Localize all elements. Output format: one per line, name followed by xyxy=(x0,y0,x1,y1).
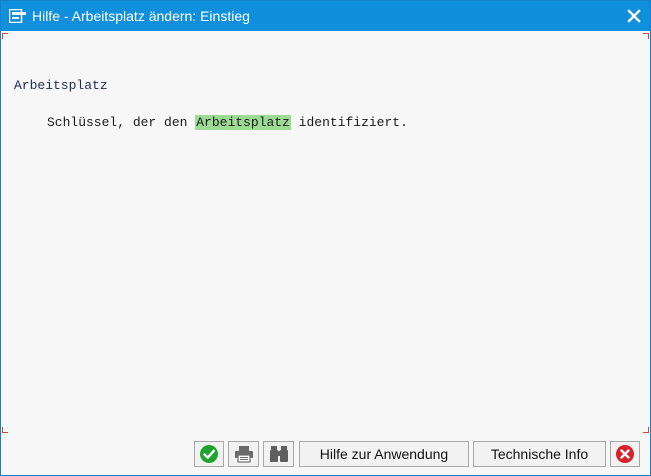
window-menu-icon[interactable] xyxy=(8,8,26,24)
doc-text-after: identifiziert. xyxy=(290,115,408,130)
corner-marker xyxy=(2,33,8,39)
technical-info-button[interactable]: Technische Info xyxy=(473,441,606,467)
corner-marker xyxy=(643,33,649,39)
help-content: Arbeitsplatz Schlüssel, der den Arbeitsp… xyxy=(1,31,650,435)
window-title: Hilfe - Arbeitsplatz ändern: Einstieg xyxy=(32,8,250,24)
checkmark-icon xyxy=(199,444,219,464)
corner-marker xyxy=(2,427,8,433)
doc-heading: Arbeitsplatz xyxy=(14,78,108,93)
doc-paragraph: Schlüssel, der den Arbeitsplatz identifi… xyxy=(47,114,408,132)
title-bar[interactable]: Hilfe - Arbeitsplatz ändern: Einstieg xyxy=(1,1,650,31)
print-button[interactable] xyxy=(228,441,259,467)
cancel-button[interactable] xyxy=(610,441,640,467)
cancel-icon xyxy=(615,444,635,464)
corner-marker xyxy=(643,427,649,433)
binoculars-icon xyxy=(269,445,289,463)
confirm-button[interactable] xyxy=(194,441,224,467)
application-help-label: Hilfe zur Anwendung xyxy=(319,446,449,462)
find-button[interactable] xyxy=(263,441,294,467)
doc-link-arbeitsplatz[interactable]: Arbeitsplatz xyxy=(195,115,291,130)
technical-info-label: Technische Info xyxy=(490,446,589,462)
close-icon[interactable] xyxy=(626,8,642,24)
printer-icon xyxy=(234,445,254,463)
application-help-button[interactable]: Hilfe zur Anwendung xyxy=(299,441,469,467)
dialog-toolbar: Hilfe zur Anwendung Technische Info xyxy=(1,435,650,475)
doc-text-before: Schlüssel, der den xyxy=(47,115,196,130)
help-dialog: Hilfe - Arbeitsplatz ändern: Einstieg Ar… xyxy=(0,0,651,476)
